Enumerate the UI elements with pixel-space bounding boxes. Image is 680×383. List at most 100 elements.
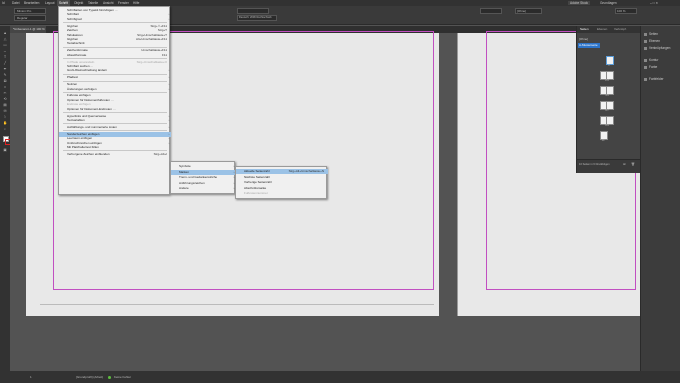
page-number-field[interactable]: 1 bbox=[30, 375, 32, 379]
menu-item-textvariablen[interactable]: Textvariablen › bbox=[59, 118, 171, 123]
adobe-stock-search[interactable]: Adobe Stock bbox=[568, 1, 591, 5]
zoom-field[interactable]: 100 % bbox=[615, 8, 637, 14]
dock-seiten[interactable]: Seiten bbox=[644, 32, 658, 36]
line-tool-icon[interactable]: ╱ bbox=[3, 61, 7, 65]
menu-item-abschnittsmarke[interactable]: Abschnittsmarke bbox=[236, 186, 328, 191]
menu-item-label: Aufzählungs- und nummerierte Listen bbox=[67, 124, 117, 129]
dock-label: Kontur bbox=[649, 58, 659, 62]
page-label-1: 1 bbox=[608, 64, 610, 67]
menu-item-label: Aktuelle Seitenzahl bbox=[244, 169, 270, 173]
submenu-arrow-icon: › bbox=[168, 124, 170, 129]
menu-item-nächste-seitenzahl[interactable]: Nächste Seitenzahl bbox=[236, 175, 328, 180]
hand-tool-icon[interactable]: ✋ bbox=[3, 121, 7, 125]
pages-panel-footer: 10 Seiten in 6 Druckbögen ⊞ 🗑 bbox=[577, 159, 641, 173]
menu-item-symbole[interactable]: Symbole › bbox=[171, 164, 236, 169]
menu-item-anführungszeichen[interactable]: Anführungszeichen › bbox=[171, 181, 236, 186]
menu-item-label: Textabschnitt bbox=[67, 41, 85, 46]
menu-item-marken[interactable]: Marken › bbox=[171, 169, 236, 175]
paragraph-style-field[interactable]: [Ohne] bbox=[515, 8, 542, 14]
zoom-tool-icon[interactable]: ⌕ bbox=[3, 127, 7, 131]
menu-item-optionen-für-dokument-endnoten[interactable]: Optionen für Dokument-Endnoten … bbox=[59, 107, 171, 112]
menu-item-mit-platzhaltertext-füllen[interactable]: Mit Platzhaltertext füllen bbox=[59, 145, 171, 150]
menu-item-label: Änderungen verfolgen bbox=[67, 86, 97, 91]
app-logo[interactable]: Id bbox=[2, 1, 5, 5]
submenu-arrow-icon: › bbox=[168, 117, 170, 122]
menu-hilfe[interactable]: Hilfe bbox=[133, 1, 139, 5]
note-tool-icon[interactable]: ✉ bbox=[3, 109, 7, 113]
layers-icon bbox=[644, 39, 647, 43]
menu-item-schriftgrad[interactable]: Schriftgrad › bbox=[59, 17, 171, 22]
tab-seiten[interactable]: Seiten bbox=[580, 27, 589, 31]
preflight-profile[interactable]: [Grundprofil] (Arbeit) bbox=[76, 375, 103, 379]
submenu-arrow-icon: › bbox=[168, 16, 170, 21]
rectangle-tool-icon[interactable]: □ bbox=[3, 85, 7, 89]
dock-farbe[interactable]: Farbe bbox=[644, 65, 657, 69]
bleed-guide bbox=[40, 304, 434, 305]
page-label-10: 10 bbox=[601, 139, 605, 142]
document-tab[interactable]: *Unbenannt-1 @ 100 % bbox=[10, 26, 46, 33]
menu-item-änderungen-verfolgen[interactable]: Änderungen verfolgen › bbox=[59, 87, 171, 92]
marken-submenu: Aktuelle Seitenzahl Strg+Alt+Umschalttast… bbox=[235, 166, 328, 199]
page-tool-icon[interactable]: ▭ bbox=[3, 43, 7, 47]
trash-icon[interactable]: 🗑 bbox=[631, 162, 635, 166]
menu-item-andere[interactable]: Andere › bbox=[171, 186, 236, 191]
menu-shortcut: F11 bbox=[162, 52, 167, 57]
menu-item-aufzählungs-und-nummerierte-listen[interactable]: Aufzählungs- und nummerierte Listen › bbox=[59, 125, 171, 130]
color-icon bbox=[644, 65, 647, 69]
font-family-field[interactable]: Minion Pro bbox=[14, 8, 46, 14]
menu-bearbeiten[interactable]: Bearbeiten bbox=[24, 1, 39, 5]
dock-label: Farbfelder bbox=[649, 77, 664, 81]
spine bbox=[457, 33, 458, 316]
font-style-field[interactable]: Regular bbox=[14, 15, 46, 21]
transform-tool-icon[interactable]: ⟲ bbox=[3, 97, 7, 101]
menu-item-absatzformate[interactable]: Absatzformate F11 bbox=[59, 53, 171, 58]
menu-item-label: Vorherige Seitenzahl bbox=[244, 180, 272, 185]
dock-kontur[interactable]: Kontur bbox=[644, 58, 658, 62]
view-mode-icon[interactable]: ▣ bbox=[3, 148, 7, 152]
workspace-switcher[interactable]: Grundlagen bbox=[600, 1, 617, 5]
tab-ebenen[interactable]: Ebenen bbox=[597, 27, 607, 31]
menu-item-aktuelle-seitenzahl[interactable]: Aktuelle Seitenzahl Strg+Alt+Umschalttast… bbox=[236, 169, 328, 174]
type-tool-icon[interactable]: T bbox=[3, 55, 7, 59]
dock-label: Farbe bbox=[649, 65, 658, 69]
language-field[interactable]: Deutsch: 2006 Rechtschreib bbox=[237, 15, 277, 21]
tab-verknuepf[interactable]: Verknüpf. bbox=[614, 27, 627, 31]
menu-item-label: Verborgene Zeichen einblenden bbox=[67, 151, 110, 156]
menu-datei[interactable]: Datei bbox=[12, 1, 19, 5]
direct-selection-icon[interactable]: △ bbox=[3, 37, 7, 41]
new-page-icon[interactable]: ⊞ bbox=[623, 162, 626, 166]
selection-tool-icon[interactable]: ▲ bbox=[3, 31, 7, 35]
menu-item-trenn-und-gedankenstriche[interactable]: Trenn- und Gedankenstriche › bbox=[171, 175, 236, 180]
pen-tool-icon[interactable]: ✒ bbox=[3, 67, 7, 71]
dock-verknuepfungen[interactable]: Verknüpfungen bbox=[644, 46, 670, 50]
menu-fenster[interactable]: Fenster bbox=[118, 1, 129, 5]
color-field[interactable] bbox=[237, 8, 269, 14]
menu-objekt[interactable]: Objekt bbox=[74, 1, 83, 5]
links-icon bbox=[644, 46, 647, 50]
dock-farbfelder[interactable]: Farbfelder bbox=[644, 77, 664, 81]
menu-item-label: Optionen für Dokument-Endnoten … bbox=[67, 106, 116, 111]
master-a[interactable]: A-Musterseite bbox=[578, 43, 600, 48]
menu-item-groß-kleinschreibung-ändern[interactable]: Groß-/Kleinschreibung ändern › bbox=[59, 68, 171, 73]
menu-item-label: Groß-/Kleinschreibung ändern bbox=[67, 68, 108, 73]
page-label-2-3: 2-3 bbox=[605, 79, 609, 82]
menu-item-textabschnitt[interactable]: Textabschnitt bbox=[59, 41, 171, 46]
menu-item-pfadtext[interactable]: Pfadtext › bbox=[59, 75, 171, 80]
gap-tool-icon[interactable]: ↔ bbox=[3, 49, 7, 53]
master-none[interactable]: [Ohne] bbox=[579, 37, 588, 41]
gradient-tool-icon[interactable]: ▤ bbox=[3, 103, 7, 107]
page-label-4-5: 4-5 bbox=[605, 94, 609, 97]
scissors-icon[interactable]: ✂ bbox=[3, 91, 7, 95]
menu-item-vorherige-seitenzahl[interactable]: Vorherige Seitenzahl bbox=[236, 180, 328, 185]
menu-tabelle[interactable]: Tabelle bbox=[88, 1, 98, 5]
tools-panel: ▲ △ ▭ ↔ T ╱ ✒ ✎ ⊠ □ ✂ ⟲ ▤ ✉ ⌇ ✋ ⌕ ▣ bbox=[0, 26, 11, 371]
rectangle-frame-icon[interactable]: ⊠ bbox=[3, 79, 7, 83]
menu-ansicht[interactable]: Ansicht bbox=[103, 1, 113, 5]
pencil-tool-icon[interactable]: ✎ bbox=[3, 73, 7, 77]
swatch-field[interactable] bbox=[480, 8, 502, 14]
eyedropper-icon[interactable]: ⌇ bbox=[3, 115, 7, 119]
menu-item-verborgene-zeichen-einblenden[interactable]: Verborgene Zeichen einblenden Strg+Alt+I bbox=[59, 152, 171, 157]
dock-ebenen[interactable]: Ebenen bbox=[644, 39, 660, 43]
menu-layout[interactable]: Layout bbox=[45, 1, 55, 5]
window-controls[interactable]: – □ ✕ bbox=[650, 1, 658, 5]
